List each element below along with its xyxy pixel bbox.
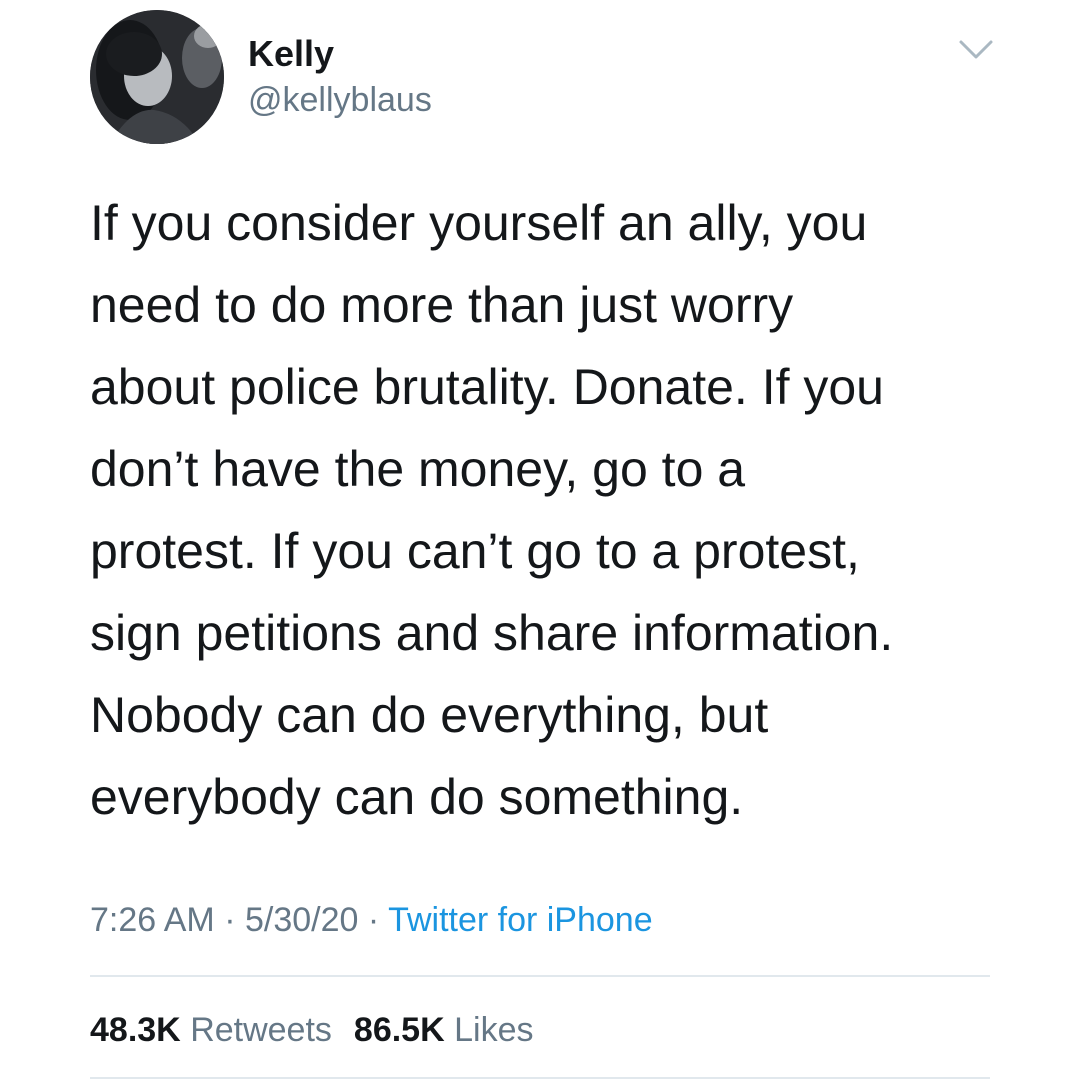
tweet-text-line: don’t have the money, go to a xyxy=(90,441,746,497)
tweet-text-line: everybody can do something. xyxy=(90,769,744,825)
divider xyxy=(90,975,990,977)
tweet-text: If you consider yourself an ally, you ne… xyxy=(90,182,1020,838)
likes-count: 86.5K xyxy=(353,1011,445,1049)
display-name[interactable]: Kelly xyxy=(248,34,334,74)
chevron-down-icon[interactable] xyxy=(958,38,994,62)
tweet-text-line: protest. If you can’t go to a protest, xyxy=(90,523,860,579)
tweet-text-line: Nobody can do everything, but xyxy=(90,687,769,743)
likes-label: Likes xyxy=(454,1011,534,1049)
profile-photo xyxy=(90,10,224,144)
avatar[interactable] xyxy=(90,10,224,144)
meta-separator: · xyxy=(224,901,236,939)
tweet-meta: 7:26 AM · 5/30/20 · Twitter for iPhone xyxy=(90,896,653,944)
tweet-text-line: need to do more than just worry xyxy=(90,277,794,333)
likes-stat[interactable]: 86.5K Likes xyxy=(354,1011,534,1049)
tweet-text-line: sign petitions and share information. xyxy=(90,605,894,661)
tweet-date[interactable]: 5/30/20 xyxy=(245,901,358,939)
tweet-stats: 48.3K Retweets 86.5K Likes xyxy=(90,1006,533,1054)
meta-separator: · xyxy=(367,901,380,939)
tweet-text-line: If you consider yourself an ally, you xyxy=(90,195,868,251)
tweet-source-link[interactable]: Twitter for iPhone xyxy=(388,901,653,939)
retweets-label: Retweets xyxy=(190,1011,332,1049)
retweets-stat[interactable]: 48.3K Retweets xyxy=(90,1011,332,1049)
retweets-count: 48.3K xyxy=(90,1011,181,1049)
divider xyxy=(90,1077,990,1079)
user-handle[interactable]: @kellyblaus xyxy=(248,80,432,120)
tweet-text-line: about police brutality. Donate. If you xyxy=(90,359,884,415)
tweet-time[interactable]: 7:26 AM xyxy=(90,901,215,939)
